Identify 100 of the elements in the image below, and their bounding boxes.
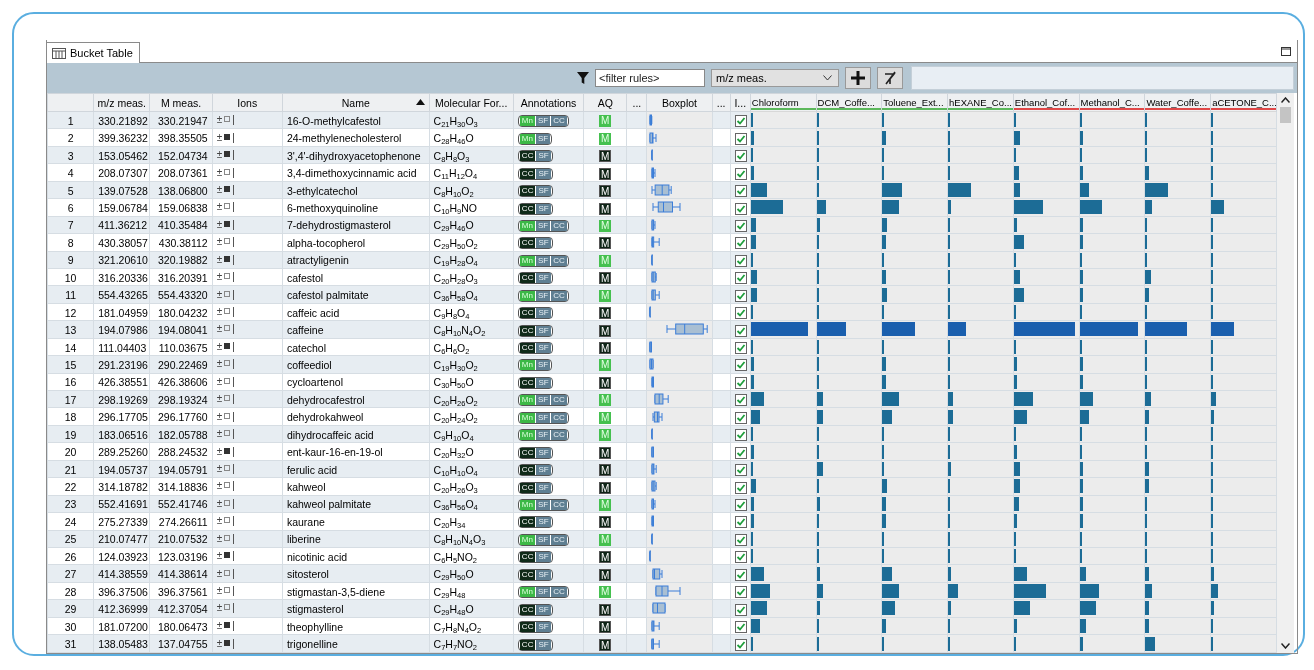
- quality-badge: M: [599, 115, 612, 128]
- quality-badge: M: [599, 167, 612, 180]
- checkbox[interactable]: [734, 446, 747, 459]
- chevron-down-icon[interactable]: [1281, 643, 1290, 649]
- checkbox[interactable]: [734, 411, 747, 424]
- annotation-badge: SF: [536, 116, 551, 127]
- row-number: 14: [64, 340, 77, 355]
- annotation-badge: Mn: [519, 412, 535, 423]
- boxplot-drawing: [666, 323, 709, 336]
- maximize-icon[interactable]: [1281, 47, 1291, 56]
- scrollbar[interactable]: [1277, 93, 1294, 653]
- checkbox[interactable]: [734, 307, 747, 320]
- checkbox[interactable]: [734, 516, 747, 529]
- quality-badge: M: [599, 638, 612, 651]
- annotation-badge: CC: [551, 220, 567, 231]
- checkbox[interactable]: [734, 429, 747, 442]
- checkbox[interactable]: [734, 219, 747, 232]
- column-header[interactable]: Chloroform: [751, 95, 816, 110]
- ion-sign: ±: [216, 305, 223, 320]
- ion-sign: ±: [216, 235, 223, 250]
- checkbox[interactable]: [734, 254, 747, 267]
- checkbox[interactable]: [734, 394, 747, 407]
- annotation-badge: CC: [519, 186, 536, 197]
- sort-ascending-icon[interactable]: [415, 99, 425, 105]
- checkbox[interactable]: [734, 586, 747, 599]
- ion-sign: ±: [216, 182, 223, 197]
- checkbox[interactable]: [734, 185, 747, 198]
- table-cell: 554.43320: [158, 288, 208, 303]
- table-cell: 137.04755: [158, 637, 208, 652]
- quality-badge: M: [599, 202, 612, 215]
- table-cell: C$_{10}$H$_{9}$NO: [433, 201, 477, 215]
- ion-sign: ±: [216, 601, 223, 616]
- column-header[interactable]: Name: [341, 96, 370, 109]
- row-number: 23: [64, 497, 77, 512]
- checkbox[interactable]: [734, 638, 747, 651]
- checkbox[interactable]: [734, 115, 747, 128]
- table-cell: 181.07200: [98, 619, 148, 634]
- checkbox[interactable]: [734, 237, 747, 250]
- table-cell: C$_{9}$H$_{10}$O$_{4}$: [433, 427, 474, 442]
- table-cell: liberine: [286, 532, 321, 547]
- table-cell: 3-ethylcatechol: [286, 183, 358, 198]
- checkbox[interactable]: [734, 481, 747, 494]
- boxplot-drawing: [651, 271, 658, 284]
- row-number: 28: [64, 584, 77, 599]
- annotation-badge: CC: [551, 290, 567, 301]
- checkbox[interactable]: [734, 551, 747, 564]
- checkbox[interactable]: [734, 533, 747, 546]
- checkbox[interactable]: [734, 342, 747, 354]
- checkbox[interactable]: [734, 603, 747, 616]
- ion-sign: ±: [216, 409, 223, 424]
- boxplot-drawing: [649, 306, 652, 319]
- ion-sign: ±: [216, 217, 223, 232]
- table-cell: 275.27339: [98, 514, 148, 529]
- sort-dropdown[interactable]: m/z meas.: [711, 69, 839, 87]
- ion-sign: ±: [216, 357, 223, 372]
- annotation-badge: SF: [536, 343, 551, 353]
- filter-field[interactable]: <filter rules>: [595, 69, 705, 87]
- quality-badge: M: [599, 621, 612, 633]
- annotation-badge: SF: [536, 290, 551, 301]
- checkbox[interactable]: [734, 324, 747, 337]
- panel-tab[interactable]: Bucket Table: [46, 42, 140, 63]
- checkbox[interactable]: [734, 621, 747, 633]
- scrollbar-thumb[interactable]: [1280, 107, 1291, 123]
- column-header[interactable]: hEXANE_Co...: [948, 95, 1013, 110]
- table-cell: nicotinic acid: [286, 549, 348, 564]
- ion-sign: ±: [216, 287, 223, 302]
- ion-sign: ±: [216, 444, 223, 459]
- checkbox[interactable]: [734, 202, 747, 215]
- annotation-badge: SF: [536, 447, 551, 458]
- checkbox[interactable]: [734, 568, 747, 581]
- table-cell: cafestol palmitate: [286, 288, 369, 303]
- checkbox[interactable]: [734, 376, 747, 389]
- clear-filter-button[interactable]: [877, 67, 903, 89]
- table-cell: 159.06784: [98, 201, 148, 215]
- add-button[interactable]: [845, 67, 871, 89]
- table-cell: 316.20391: [158, 270, 208, 285]
- checkbox[interactable]: [734, 498, 747, 511]
- boxplot-drawing: [649, 358, 655, 371]
- table-cell: 320.19882: [158, 253, 208, 268]
- table-cell: 414.38559: [98, 567, 148, 582]
- checkbox[interactable]: [734, 464, 747, 477]
- quality-badge: M: [599, 568, 612, 581]
- checkbox[interactable]: [734, 167, 747, 180]
- annotation-badge: CC: [519, 238, 536, 249]
- chevron-up-icon[interactable]: [1281, 97, 1290, 103]
- filter-icon[interactable]: [577, 72, 589, 84]
- boxplot-drawing: [649, 131, 658, 144]
- annotation-badge: SF: [536, 168, 551, 179]
- checkbox[interactable]: [734, 289, 747, 302]
- checkbox[interactable]: [734, 150, 747, 163]
- checkbox[interactable]: [734, 132, 747, 145]
- checkbox[interactable]: [734, 272, 747, 285]
- table-cell: 399.36232: [98, 131, 148, 146]
- checkbox[interactable]: [734, 359, 747, 372]
- ion-sign: ±: [216, 130, 223, 145]
- quality-badge: M: [599, 586, 612, 599]
- table-cell: cafestol: [286, 270, 324, 285]
- quality-badge: M: [599, 551, 612, 564]
- column-header[interactable]: Ethanol_Cof...: [1014, 95, 1079, 110]
- table-cell: ferulic acid: [286, 462, 338, 477]
